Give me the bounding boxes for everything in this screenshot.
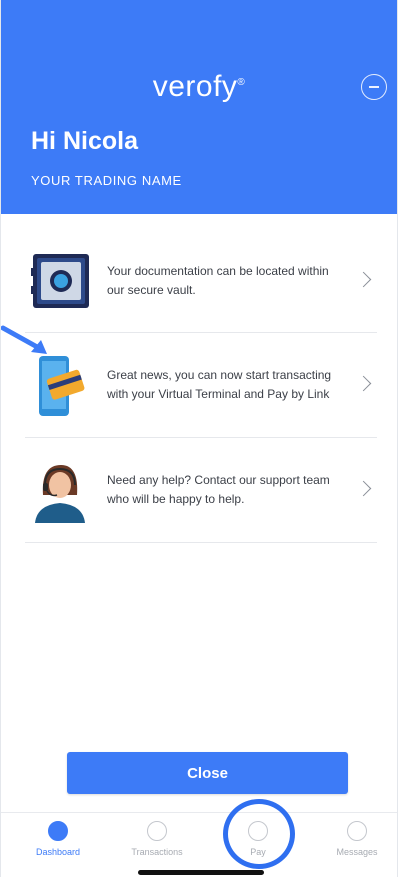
notification-list: Your documentation can be located within… (25, 230, 377, 543)
chevron-right-icon (355, 375, 372, 392)
item-text: Need any help? Contact our support team … (107, 473, 330, 506)
vault-icon (25, 246, 93, 316)
transactions-icon (147, 821, 167, 841)
chevron-right-icon (355, 271, 372, 288)
bottom-tab-bar: Dashboard Transactions Pay Messages (1, 812, 397, 877)
tab-messages[interactable]: Messages (312, 821, 397, 857)
arrow-pointer-icon (1, 325, 47, 354)
messages-icon (347, 821, 367, 841)
pay-highlight-ring (223, 799, 295, 869)
chevron-right-icon (355, 480, 372, 497)
close-button[interactable]: Close (67, 752, 348, 794)
home-indicator (138, 870, 264, 875)
support-agent-icon (25, 455, 93, 525)
minus-circle-icon[interactable] (361, 74, 387, 100)
greeting: Hi Nicola (31, 127, 138, 155)
app-screen: verofy® Hi Nicola YOUR TRADING NAME Your… (0, 0, 398, 877)
list-item-virtual-terminal[interactable]: Great news, you can now start transactin… (25, 333, 377, 438)
item-text: Your documentation can be located within… (107, 264, 329, 297)
header: verofy® Hi Nicola YOUR TRADING NAME (1, 0, 397, 214)
list-item-support[interactable]: Need any help? Contact our support team … (25, 438, 377, 543)
brand-logo: verofy® (152, 70, 246, 103)
tab-dashboard[interactable]: Dashboard (13, 821, 103, 857)
trading-name: YOUR TRADING NAME (31, 173, 182, 188)
dashboard-icon (48, 821, 68, 841)
tab-transactions[interactable]: Transactions (112, 821, 202, 857)
list-item-vault[interactable]: Your documentation can be located within… (25, 230, 377, 333)
item-text: Great news, you can now start transactin… (107, 368, 332, 401)
